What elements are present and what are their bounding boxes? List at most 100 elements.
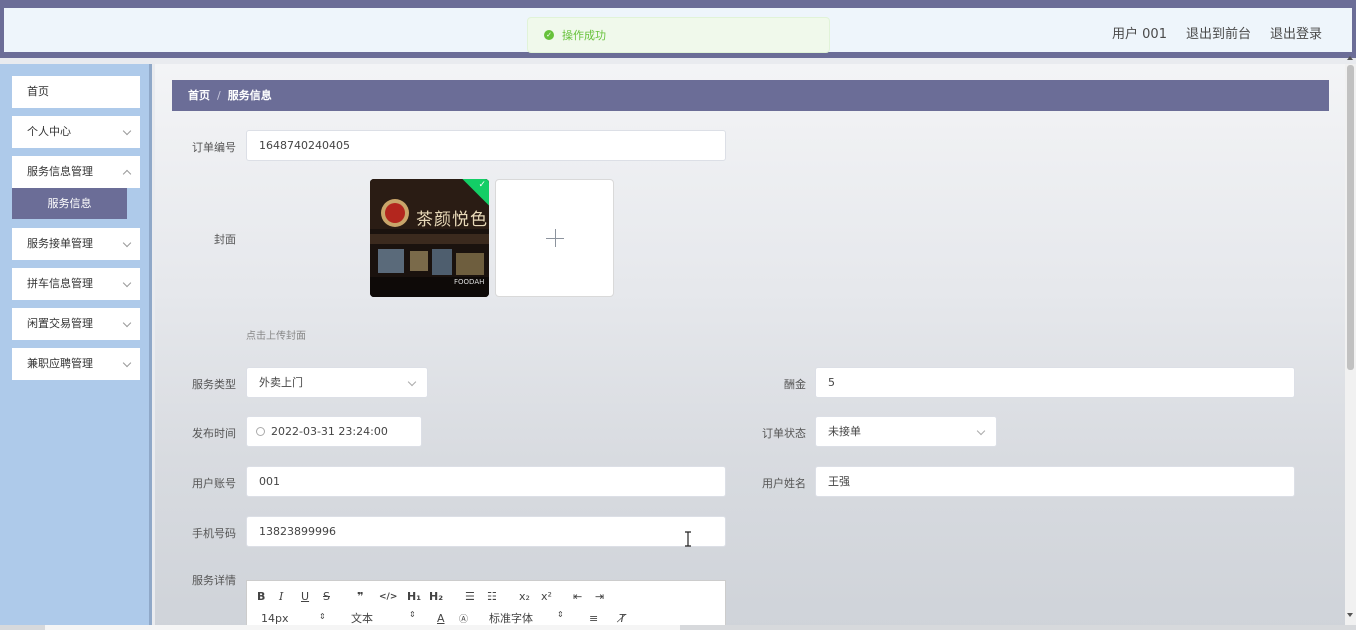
text-cursor-icon xyxy=(685,531,691,547)
order-no-label: 订单编号 xyxy=(192,141,236,154)
order-no-input[interactable]: 1648740240405 xyxy=(246,130,726,161)
reward-input[interactable]: 5 xyxy=(815,367,1295,398)
sidebar-item-label: 拼车信息管理 xyxy=(27,277,93,290)
sidebar-subitem-service-info[interactable]: 服务信息 xyxy=(12,188,127,219)
breadcrumb-separator: / xyxy=(217,89,221,102)
editor-toolbar-row-1: B I U S ❞ </> H₁ H₂ ☰ ☷ x₂ x² ⇤ ⇥ xyxy=(257,590,617,603)
clock-icon xyxy=(256,427,265,436)
sidebar-item-carpool-manage[interactable]: 拼车信息管理 xyxy=(12,268,140,300)
sidebar-item-label: 兼职应聘管理 xyxy=(27,357,93,370)
font-family-value: 标准字体 xyxy=(489,612,533,625)
font-color-icon[interactable]: A xyxy=(437,612,459,625)
editor-toolbar-row-2: 14px ⇕ 文本 ⇕ A Ⓐ 标准字体 ⇕ ≡ T̸ xyxy=(257,610,626,626)
cover-image[interactable]: 茶颜悦色 FOODAH ✓ xyxy=(370,179,489,297)
vertical-scrollbar-thumb[interactable] xyxy=(1347,65,1354,370)
blockquote-icon[interactable]: ❞ xyxy=(357,590,379,603)
breadcrumb-current: 服务信息 xyxy=(227,89,272,102)
user-name-input[interactable]: 王强 xyxy=(815,466,1295,497)
scroll-up-arrow-icon[interactable] xyxy=(1347,56,1353,60)
user-label: 用户 001 xyxy=(1112,27,1167,42)
publish-time-picker[interactable]: 2022-03-31 23:24:00 xyxy=(246,416,422,447)
chevron-down-icon xyxy=(122,358,132,368)
sidebar-item-home[interactable]: 首页 xyxy=(12,76,140,108)
bullet-list-icon[interactable]: ☷ xyxy=(487,590,519,603)
heading-1-icon[interactable]: H₁ xyxy=(407,590,429,603)
check-icon: ✓ xyxy=(478,180,486,190)
upload-hint: 点击上传封面 xyxy=(246,331,306,342)
service-type-value: 外卖上门 xyxy=(259,376,303,389)
back-to-front-link[interactable]: 退出到前台 xyxy=(1186,23,1251,42)
order-status-label: 订单状态 xyxy=(762,427,806,440)
cover-image-brand: FOODAH xyxy=(454,278,485,286)
updown-icon: ⇕ xyxy=(409,610,416,619)
sidebar-item-label: 服务接单管理 xyxy=(27,237,93,250)
user-account-input[interactable]: 001 xyxy=(246,466,726,497)
publish-time-label: 发布时间 xyxy=(192,427,236,440)
chevron-up-icon xyxy=(122,169,132,179)
phone-input[interactable]: 13823899996 xyxy=(246,516,726,547)
success-toast: ✓ 操作成功 xyxy=(527,17,830,53)
sidebar xyxy=(0,64,152,630)
block-type-value: 文本 xyxy=(351,612,373,625)
strike-icon[interactable]: S xyxy=(323,590,357,603)
service-type-label: 服务类型 xyxy=(192,378,236,391)
sidebar-item-parttime-manage[interactable]: 兼职应聘管理 xyxy=(12,348,140,380)
font-size-select[interactable]: 14px ⇕ xyxy=(257,612,347,625)
check-circle-icon: ✓ xyxy=(544,30,554,40)
upload-cover-button[interactable] xyxy=(495,179,614,297)
block-type-select[interactable]: 文本 ⇕ xyxy=(347,610,437,626)
scroll-down-arrow-icon[interactable] xyxy=(1347,613,1353,617)
ordered-list-icon[interactable]: ☰ xyxy=(465,590,487,603)
sidebar-item-label: 闲置交易管理 xyxy=(27,317,93,330)
logout-link[interactable]: 退出登录 xyxy=(1270,23,1322,42)
user-name-label: 用户姓名 xyxy=(762,477,806,490)
sidebar-item-label: 首页 xyxy=(27,85,49,98)
updown-icon: ⇕ xyxy=(319,611,326,621)
align-icon[interactable]: ≡ xyxy=(589,612,619,625)
service-type-select[interactable]: 外卖上门 xyxy=(246,367,428,398)
heading-2-icon[interactable]: H₂ xyxy=(429,590,465,603)
underline-icon[interactable]: U xyxy=(301,590,323,603)
publish-time-value: 2022-03-31 23:24:00 xyxy=(271,425,388,438)
font-size-value: 14px xyxy=(261,611,289,625)
sidebar-item-label: 服务信息管理 xyxy=(27,165,93,178)
sidebar-item-personal-center[interactable]: 个人中心 xyxy=(12,116,140,148)
chevron-down-icon xyxy=(122,238,132,248)
top-strip xyxy=(0,0,1356,8)
detail-label: 服务详情 xyxy=(192,574,236,587)
horizontal-scrollbar-thumb[interactable] xyxy=(45,625,680,630)
updown-icon: ⇕ xyxy=(557,610,564,619)
chevron-down-icon xyxy=(122,126,132,136)
background-color-icon[interactable]: Ⓐ xyxy=(459,612,489,625)
chevron-down-icon xyxy=(122,278,132,288)
order-status-value: 未接单 xyxy=(828,425,861,438)
chevron-down-icon xyxy=(407,377,417,387)
header-actions: 用户 001 退出到前台 退出登录 xyxy=(1112,23,1322,42)
toast-message: 操作成功 xyxy=(562,29,606,42)
outdent-icon[interactable]: ⇤ xyxy=(573,590,595,603)
font-family-select[interactable]: 标准字体 ⇕ xyxy=(489,610,589,626)
user-account-label: 用户账号 xyxy=(192,477,236,490)
rich-text-editor[interactable]: B I U S ❞ </> H₁ H₂ ☰ ☷ x₂ x² ⇤ ⇥ 14px ⇕ … xyxy=(246,580,726,630)
superscript-icon[interactable]: x² xyxy=(541,590,573,603)
clear-format-icon[interactable]: T̸ xyxy=(619,612,626,625)
sidebar-item-order-manage[interactable]: 服务接单管理 xyxy=(12,228,140,260)
plus-icon-vertical xyxy=(555,229,556,247)
sidebar-item-label: 个人中心 xyxy=(27,125,71,138)
subscript-icon[interactable]: x₂ xyxy=(519,590,541,603)
italic-icon[interactable]: I xyxy=(279,590,301,603)
phone-label: 手机号码 xyxy=(192,527,236,540)
sidebar-item-idle-trade-manage[interactable]: 闲置交易管理 xyxy=(12,308,140,340)
reward-label: 酬金 xyxy=(784,378,806,391)
breadcrumb-home[interactable]: 首页 xyxy=(188,89,210,102)
order-status-select[interactable]: 未接单 xyxy=(815,416,997,447)
chevron-down-icon xyxy=(122,318,132,328)
indent-icon[interactable]: ⇥ xyxy=(595,590,617,603)
chevron-down-icon xyxy=(976,426,986,436)
cover-label: 封面 xyxy=(214,233,236,246)
sidebar-item-service-info-manage[interactable]: 服务信息管理 xyxy=(12,156,140,188)
bold-icon[interactable]: B xyxy=(257,590,279,603)
breadcrumb: 首页 / 服务信息 xyxy=(172,80,1329,111)
cover-image-text: 茶颜悦色 xyxy=(416,210,488,230)
code-icon[interactable]: </> xyxy=(379,592,407,602)
